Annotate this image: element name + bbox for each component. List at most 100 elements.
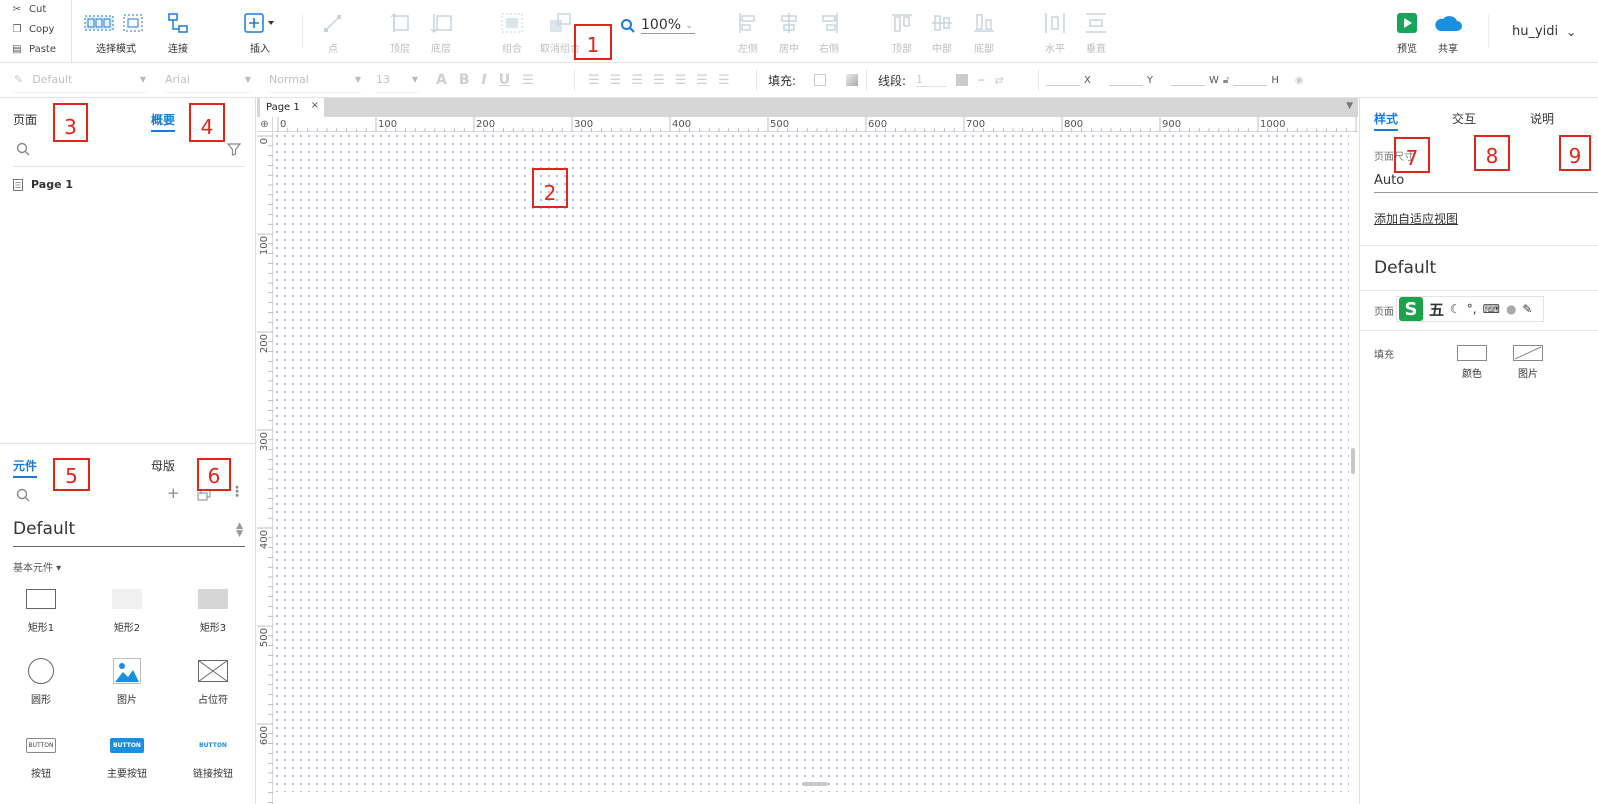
align-top-button[interactable]: 顶部 [887, 11, 917, 55]
underline-icon[interactable]: U [499, 72, 510, 88]
align-bottom-icon [973, 11, 995, 35]
library-select[interactable]: Default ▲ ▼ [13, 519, 245, 547]
bold-icon[interactable]: B [459, 72, 470, 88]
add-adaptive-view-link[interactable]: 添加自适应视图 [1374, 210, 1458, 227]
distribute-vertical-button[interactable]: 垂直 [1081, 11, 1111, 55]
stroke-color-swatch[interactable] [956, 74, 969, 86]
ruler-label: 0 [280, 119, 286, 130]
align-text-center-icon[interactable]: ☰ [610, 73, 622, 88]
insert-button[interactable]: 插入 [240, 11, 280, 55]
align-left-button[interactable]: 左侧 [733, 11, 763, 55]
components-panel: 元件 母版 + ⋮ Default ▲ ▼ 基本元件 ▾ 矩形1 矩形2 矩形3 … [0, 443, 256, 804]
page-list-item[interactable]: Page 1 [13, 178, 73, 191]
y-input[interactable] [1108, 74, 1143, 86]
font-color-icon[interactable]: A [436, 72, 447, 88]
widget-rectangle-1[interactable]: 矩形1 [6, 586, 76, 634]
more-options-icon[interactable]: ⋮ [230, 484, 244, 500]
format-divider [574, 69, 575, 91]
ruler-label: 1000 [1260, 119, 1285, 130]
user-menu[interactable]: hu_yidi ⌄ [1512, 24, 1576, 39]
align-text-justify-icon[interactable]: ☰ [653, 73, 665, 88]
copy-button[interactable]: ❐ Copy [12, 24, 55, 35]
connect-button[interactable]: 连接 [163, 11, 193, 55]
align-right-button[interactable]: 右侧 [814, 11, 844, 55]
annotation-1: 1 [574, 24, 612, 60]
w-input[interactable] [1170, 74, 1205, 86]
distribute-horizontal-button[interactable]: 水平 [1040, 11, 1070, 55]
style-edit-icon: ✎ [14, 73, 24, 86]
divider [1360, 290, 1598, 291]
valign-bottom-icon[interactable]: ☰ [718, 73, 730, 88]
font-select[interactable]: Arial ▼ [165, 67, 251, 93]
widget-rectangle-2[interactable]: 矩形2 [92, 586, 162, 634]
x-input[interactable] [1046, 74, 1080, 86]
cut-button[interactable]: ✂ Cut [12, 4, 46, 15]
style-select[interactable]: ✎ Default ▼ [14, 67, 146, 93]
zoom-dropdown-icon: ⌄ [685, 21, 694, 31]
horizontal-scrollbar[interactable] [802, 782, 828, 786]
rectangle-light-icon [112, 586, 142, 612]
widget-image[interactable]: 图片 [92, 658, 162, 706]
eye-icon[interactable]: ◉ [1295, 75, 1304, 86]
widget-circle[interactable]: 圆形 [6, 658, 76, 706]
align-bottom-button[interactable]: 底部 [969, 11, 999, 55]
bring-to-front-button[interactable]: 顶层 [385, 11, 415, 55]
share-button[interactable]: 共享 [1430, 11, 1466, 55]
ruler-left-ticks: 0 100 200 300 400 500 600 [257, 135, 273, 803]
shadow-swatch[interactable] [846, 74, 859, 86]
arrow-style-icon[interactable]: ⇄ [995, 74, 1004, 87]
stroke-style-icon[interactable]: ┅ [978, 74, 985, 87]
tab-masters[interactable]: 母版 [151, 457, 175, 474]
annotation-6: 6 [197, 458, 231, 491]
updown-icon: ▲ ▼ [236, 521, 243, 539]
category-label[interactable]: 基本元件 ▾ [13, 559, 61, 574]
font-weight-select[interactable]: Normal ▼ [269, 67, 361, 93]
send-to-back-button[interactable]: 底层 [426, 11, 456, 55]
design-canvas[interactable] [273, 132, 1349, 792]
fill-color-swatch[interactable] [814, 74, 827, 86]
vertical-scrollbar[interactable] [1351, 448, 1355, 474]
tab-interaction[interactable]: 交互 [1452, 110, 1476, 127]
h-input[interactable] [1233, 74, 1268, 86]
select-mode-button[interactable]: 选择模式 [84, 11, 146, 55]
widget-rectangle-3[interactable]: 矩形3 [178, 586, 248, 634]
page-size-select[interactable]: Auto [1374, 173, 1598, 193]
page-search[interactable] [13, 138, 245, 167]
align-text-right-icon[interactable]: ☰ [631, 73, 643, 88]
filter-icon[interactable] [227, 142, 241, 156]
add-library-icon[interactable]: + [167, 484, 180, 502]
fill-image-button[interactable]: 图片 [1512, 345, 1544, 380]
stroke-width-input[interactable]: 1 [916, 73, 947, 87]
align-middle-button[interactable]: 中部 [927, 11, 957, 55]
tab-page-1[interactable]: Page 1 × [260, 98, 324, 117]
tab-menu-icon[interactable]: ▼ [1346, 101, 1353, 111]
annotation-2: 2 [532, 168, 568, 208]
tab-pages[interactable]: 页面 [13, 111, 37, 128]
widget-placeholder[interactable]: 占位符 [178, 658, 248, 706]
widget-link-button[interactable]: BUTTON 链接按钮 [178, 732, 248, 781]
lock-icon[interactable]: 🔓︎ [1223, 75, 1229, 86]
widget-button[interactable]: BUTTON 按钮 [6, 732, 76, 780]
tab-style[interactable]: 样式 [1374, 110, 1399, 131]
align-center-button[interactable]: 居中 [774, 11, 804, 55]
widget-primary-button[interactable]: BUTTON 主要按钮 [92, 732, 162, 780]
paste-button[interactable]: ▤ Paste [12, 44, 56, 55]
tab-widgets[interactable]: 元件 [13, 457, 38, 478]
zoom-control[interactable]: 100% ⌄ [620, 17, 696, 34]
fill-color-button[interactable]: 颜色 [1456, 345, 1488, 380]
point-button[interactable]: 点 [318, 11, 348, 55]
bullet-list-icon[interactable]: ☰ [522, 73, 534, 88]
preview-button[interactable]: 预览 [1392, 11, 1422, 55]
close-icon[interactable]: × [311, 100, 319, 111]
tab-outline[interactable]: 概要 [151, 111, 176, 132]
ruler-label: 200 [259, 334, 270, 353]
italic-icon[interactable]: I [482, 72, 487, 88]
image-icon [113, 658, 141, 684]
font-size-select[interactable]: 13 ▼ [376, 67, 418, 93]
align-text-left-icon[interactable]: ☰ [588, 73, 600, 88]
tab-notes[interactable]: 说明 [1530, 110, 1554, 127]
valign-top-icon[interactable]: ☰ [675, 73, 687, 88]
valign-middle-icon[interactable]: ☰ [696, 73, 708, 88]
group-button[interactable]: 组合 [497, 11, 527, 55]
ruler-label: 0 [259, 138, 270, 144]
